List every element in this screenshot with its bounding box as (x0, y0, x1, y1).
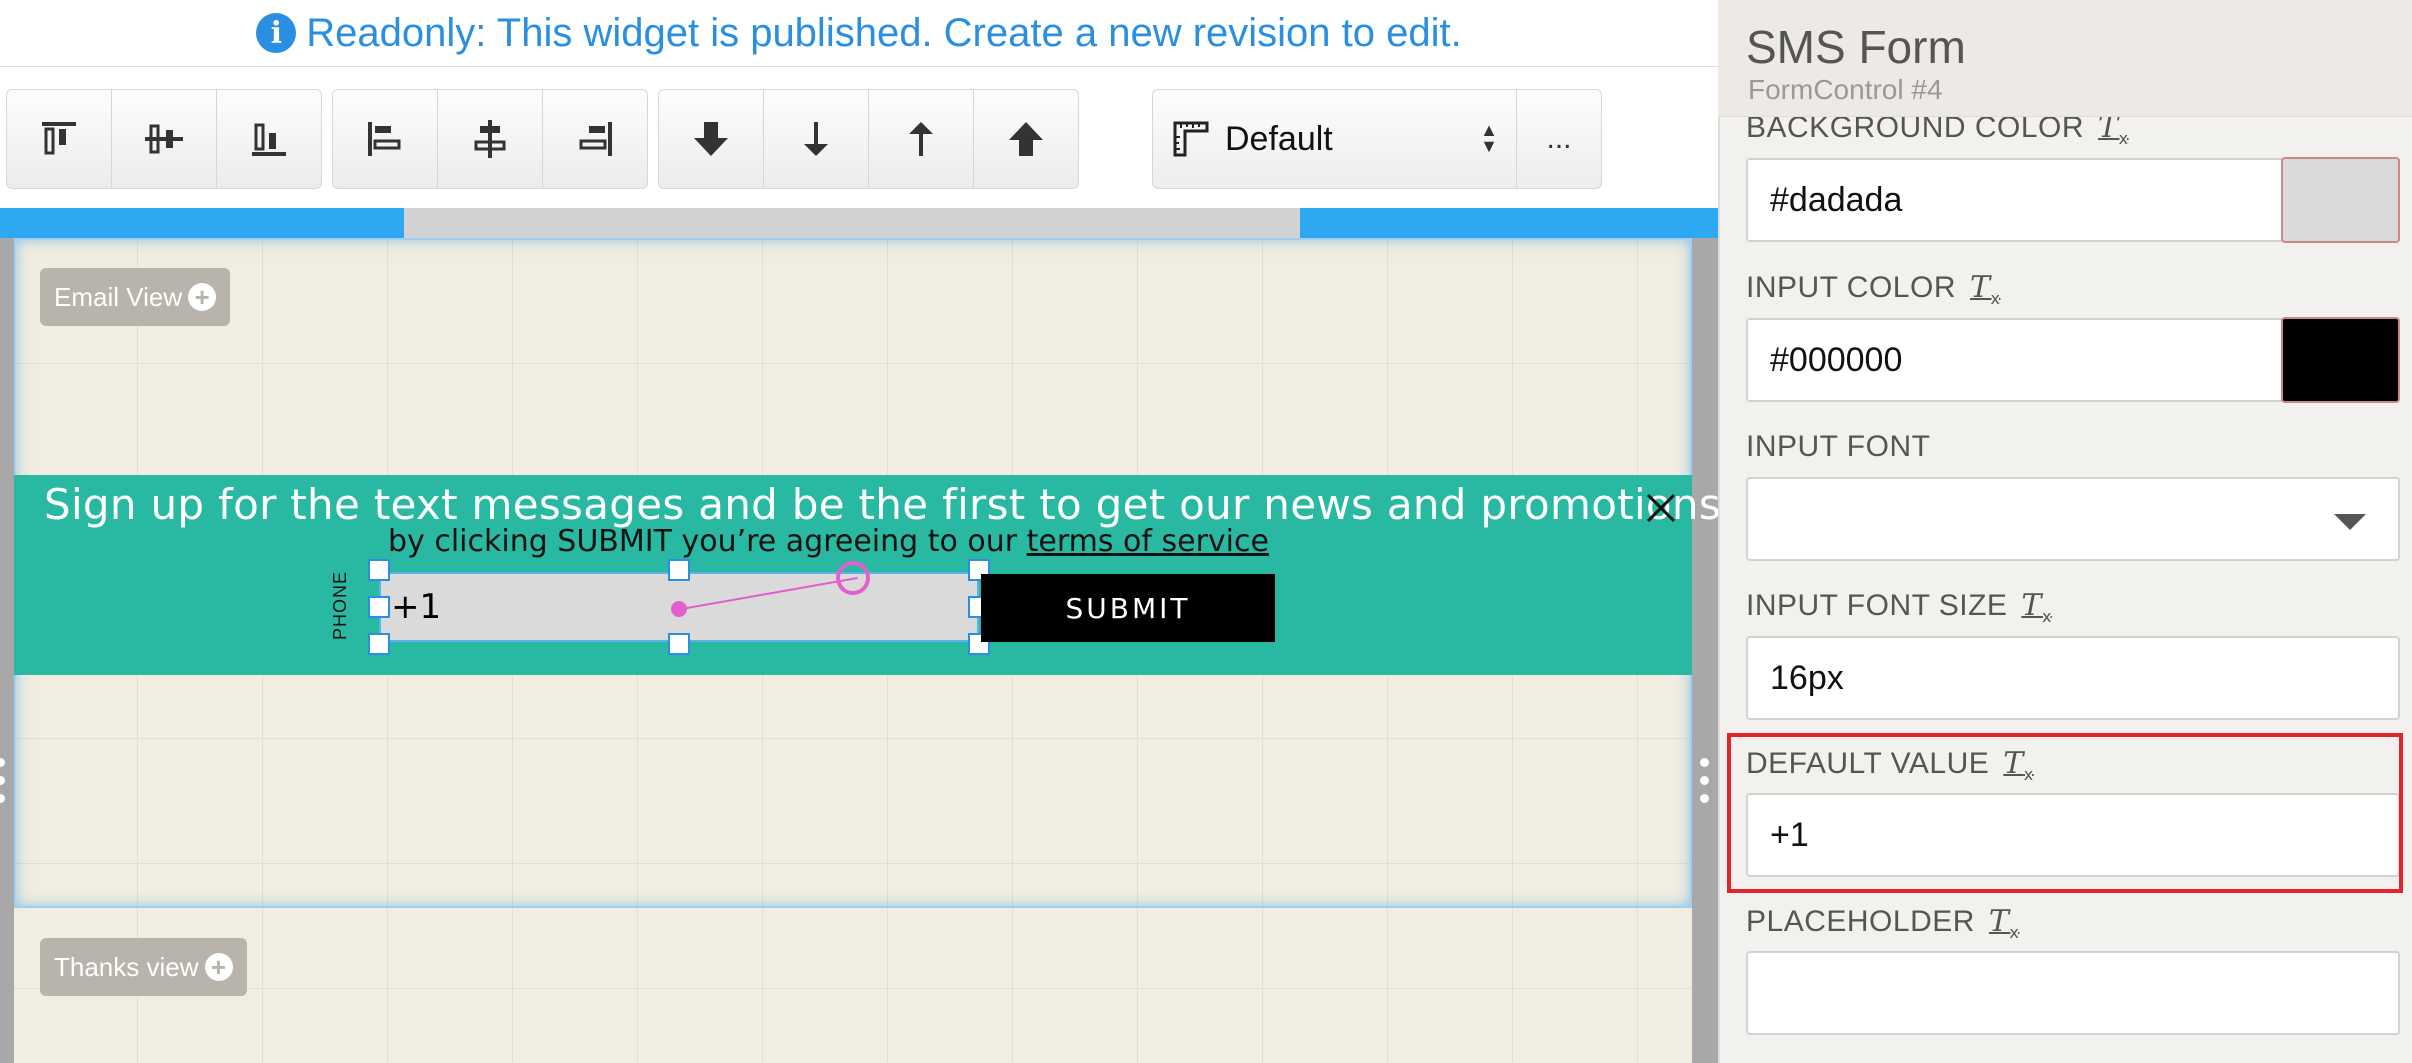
placeholder-label: PLACEHOLDER Tx (1746, 904, 2019, 942)
phone-label: PHONE (330, 570, 350, 640)
panel-subtitle: FormControl #4 (1748, 74, 1943, 105)
email-view-label: Email View (54, 281, 183, 312)
submit-button[interactable]: SUBMIT (981, 574, 1275, 642)
align-right-button[interactable] (543, 90, 647, 188)
input-font-size-label-text: INPUT FONT SIZE (1746, 589, 2008, 622)
chevron-down-icon[interactable] (2334, 514, 2366, 530)
input-color-label-text: INPUT COLOR (1746, 271, 1956, 304)
send-backward-icon (804, 122, 828, 156)
panel-title: SMS Form (1746, 21, 1966, 73)
disclaimer-prefix: by clicking SUBMIT you’re agreeing to ou… (388, 524, 1027, 559)
readonly-message: Readonly: This widget is published. Crea… (306, 10, 1462, 55)
clear-format-glyph: T (1969, 270, 1991, 305)
input-color-label: INPUT COLOR Tx (1746, 270, 2000, 308)
input-font-size-input[interactable]: 16px (1746, 636, 2400, 720)
toolbar: Default ▲ ▼ ... (0, 66, 1718, 209)
highlight-annotation (1727, 733, 2403, 893)
align-bottom-button[interactable] (217, 90, 321, 188)
breakpoint-select[interactable]: Default ▲ ▼ ... (1152, 89, 1602, 189)
canvas-scroll-indicator[interactable] (0, 208, 1718, 238)
send-to-back-button[interactable] (659, 90, 764, 188)
terms-of-service-link[interactable]: terms of service (1027, 524, 1269, 559)
clear-format-glyph: T (2021, 588, 2042, 623)
resize-handle[interactable] (368, 596, 390, 618)
placeholder-label-text: PLACEHOLDER (1746, 905, 1975, 938)
align-center-button[interactable] (438, 90, 543, 188)
align-top-icon (42, 122, 76, 155)
right-resize-handle[interactable] (1692, 238, 1718, 1063)
resize-handle[interactable] (368, 633, 390, 655)
vertical-align-group (6, 89, 322, 189)
bring-forward-button[interactable] (869, 90, 974, 188)
rotate-handle[interactable] (836, 561, 870, 595)
breakpoint-select-field[interactable]: Default ▲ ▼ (1153, 90, 1517, 188)
info-icon: i (256, 13, 297, 53)
align-middle-icon (145, 124, 183, 154)
left-resize-handle[interactable] (0, 238, 14, 1063)
layer-order-group (658, 89, 1079, 189)
thanks-view-label: Thanks view (54, 951, 199, 982)
move-icon[interactable]: + (188, 283, 217, 311)
align-left-icon (368, 122, 401, 156)
align-top-button[interactable] (7, 90, 112, 188)
input-color-input[interactable]: #000000 (1746, 318, 2284, 402)
drag-dots-icon (1700, 758, 1710, 812)
background-color-swatch[interactable] (2281, 157, 2400, 243)
clear-format-icon[interactable]: Tx (2021, 588, 2051, 626)
input-color-swatch[interactable] (2281, 317, 2400, 403)
resize-handle[interactable] (668, 633, 690, 655)
bring-forward-icon (909, 122, 933, 156)
updown-chevron-icon: ▲ ▼ (1480, 120, 1498, 156)
drag-dots-icon (0, 758, 6, 812)
placeholder-input[interactable] (1746, 951, 2400, 1035)
clear-format-icon[interactable]: Tx (1970, 270, 2000, 308)
clear-format-icon[interactable]: Tx (1989, 904, 2019, 942)
align-right-icon (579, 122, 612, 156)
input-font-size-label: INPUT FONT SIZE Tx (1746, 588, 2052, 626)
bring-to-front-button[interactable] (974, 90, 1078, 188)
bring-to-front-icon (1009, 122, 1043, 156)
send-backward-button[interactable] (764, 90, 869, 188)
disclaimer-text: by clicking SUBMIT you’re agreeing to ou… (388, 524, 1269, 559)
send-to-back-icon (694, 122, 728, 156)
align-bottom-icon (252, 123, 286, 156)
close-icon[interactable] (1640, 487, 1682, 529)
input-font-label: INPUT FONT (1746, 430, 1931, 463)
resize-handle[interactable] (368, 559, 390, 581)
email-view-tag[interactable]: Email View + (40, 268, 231, 326)
breakpoint-select-value: Default (1225, 119, 1333, 158)
background-color-input[interactable]: #dadada (1746, 158, 2284, 242)
clear-format-glyph: T (1988, 904, 2010, 939)
readonly-notice: i Readonly: This widget is published. Cr… (0, 0, 1718, 66)
anchor-point[interactable] (671, 601, 687, 617)
horizontal-align-group (332, 89, 648, 189)
align-left-button[interactable] (333, 90, 438, 188)
ruler-icon (1173, 121, 1209, 157)
scroll-thumb[interactable] (404, 208, 1300, 238)
resize-handle[interactable] (668, 559, 690, 581)
thanks-view-tag[interactable]: Thanks view + (40, 938, 247, 996)
banner-title: Sign up for the text messages and be the… (44, 480, 1722, 529)
align-middle-button[interactable] (112, 90, 217, 188)
more-options-button[interactable]: ... (1517, 90, 1601, 188)
input-font-select[interactable] (1746, 477, 2400, 561)
move-icon[interactable]: + (204, 953, 233, 981)
align-center-icon (474, 120, 506, 158)
